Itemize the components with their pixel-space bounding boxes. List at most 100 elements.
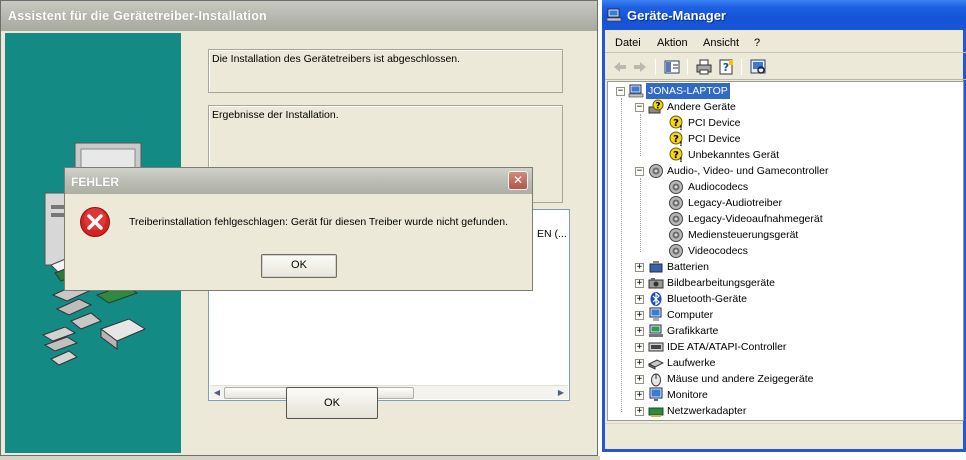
svg-text:?: ?: [673, 118, 679, 129]
device-manager-titlebar[interactable]: Geräte-Manager: [602, 0, 966, 30]
device-tree[interactable]: − JONAS-LAPTOP − ? Andere Geräte ? ! PCI…: [607, 81, 964, 421]
toolbar-separator: [741, 59, 742, 75]
tree-group-label: Batterien: [667, 261, 710, 273]
speaker-icon: [669, 180, 683, 194]
expand-toggle-icon[interactable]: +: [635, 295, 644, 304]
speaker-icon: [669, 196, 683, 210]
wizard-ok-button[interactable]: OK: [286, 387, 378, 419]
mouse-icon: [651, 373, 661, 387]
collapse-toggle-icon[interactable]: −: [635, 167, 644, 176]
tree-connector: [621, 98, 622, 412]
tree-root-label: JONAS-LAPTOP: [646, 83, 730, 99]
menu-ansicht[interactable]: Ansicht: [703, 37, 739, 49]
tree-group-label: Monitore: [667, 389, 708, 401]
svg-text:!: !: [679, 124, 682, 131]
expand-toggle-icon[interactable]: +: [635, 359, 644, 368]
disk-drive-icon: [648, 359, 664, 370]
scroll-right-arrow-icon[interactable]: ▶: [555, 387, 567, 399]
bluetooth-icon: [650, 292, 662, 306]
expand-toggle-icon[interactable]: +: [635, 263, 644, 272]
speaker-icon: [669, 228, 683, 242]
results-list-cut-text: EN (...: [537, 228, 567, 240]
error-dialog: FEHLER ✕ Treiberinstallation fehlgeschla…: [64, 167, 533, 291]
camera-icon: [648, 278, 664, 289]
network-adapter-icon: [648, 407, 664, 417]
menu-help[interactable]: ?: [754, 37, 760, 49]
help-icon[interactable]: ?: [717, 58, 735, 76]
unknown-device-icon: ?: [648, 99, 664, 114]
tree-group-label: Netzwerkadapter: [667, 405, 747, 417]
status-bar: [605, 423, 963, 447]
results-horizontal-scrollbar[interactable]: ◀ ||| ▶: [210, 385, 568, 399]
ide-controller-icon: [648, 342, 664, 352]
unknown-device-icon: ? !: [669, 131, 683, 147]
close-button[interactable]: ✕: [508, 171, 528, 190]
device-manager-window: Geräte-Manager Datei Aktion Ansicht ? ?: [602, 0, 966, 452]
wizard-title: Assistent für die Gerätetreiber-Installa…: [8, 9, 267, 23]
svg-text:?: ?: [655, 102, 660, 112]
monitor-icon: [649, 387, 663, 401]
computer-icon: [649, 307, 662, 321]
back-icon[interactable]: [611, 58, 629, 76]
tree-device-label: Legacy-Videoaufnahmegerät: [688, 213, 823, 225]
svg-text:?: ?: [723, 61, 729, 74]
tree-device-label: Legacy-Audiotreiber: [688, 197, 782, 209]
desktop-strip: [0, 456, 600, 460]
collapse-toggle-icon[interactable]: −: [616, 87, 625, 96]
svg-text:!: !: [679, 140, 682, 147]
menu-aktion[interactable]: Aktion: [657, 37, 688, 49]
scan-hardware-icon[interactable]: [749, 58, 767, 76]
menu-bar: Datei Aktion Ansicht ?: [605, 33, 966, 53]
svg-text:?: ?: [673, 134, 679, 145]
tree-device-label: Audiocodecs: [688, 181, 749, 193]
expand-toggle-icon[interactable]: +: [635, 407, 644, 416]
tree-group-label: Mäuse und andere Zeigegeräte: [667, 373, 814, 385]
computer-icon: [628, 84, 644, 98]
error-ok-button[interactable]: OK: [261, 254, 337, 278]
tree-group-label: Computer: [667, 309, 714, 321]
error-dialog-titlebar[interactable]: FEHLER ✕: [65, 168, 532, 194]
error-message: Treiberinstallation fehlgeschlagen: Gerä…: [129, 216, 508, 228]
tree-device-label: PCI Device: [688, 117, 741, 129]
device-manager-title: Geräte-Manager: [627, 8, 726, 23]
tree-group-label: Andere Geräte: [667, 101, 736, 113]
expand-toggle-icon[interactable]: +: [635, 391, 644, 400]
computer-icon: [607, 8, 622, 22]
scroll-left-arrow-icon[interactable]: ◀: [211, 387, 223, 399]
menu-datei[interactable]: Datei: [615, 37, 641, 49]
properties-view-icon[interactable]: [663, 58, 681, 76]
tree-group-label: Laufwerke: [667, 357, 716, 369]
forward-icon[interactable]: [631, 58, 649, 76]
tree-group-label: IDE ATA/ATAPI-Controller: [667, 341, 787, 353]
tree-connector: [640, 178, 641, 252]
display-adapter-icon: [649, 324, 663, 337]
toolbar-separator: [655, 59, 656, 75]
expand-toggle-icon[interactable]: +: [635, 343, 644, 352]
tree-device-label: Videocodecs: [688, 245, 748, 257]
tree-group-label: Audio-, Video- und Gamecontroller: [667, 165, 829, 177]
expand-toggle-icon[interactable]: +: [635, 279, 644, 288]
speaker-icon: [669, 212, 683, 226]
tree-group-label: Grafikkarte: [667, 325, 719, 337]
unknown-device-icon: ? !: [669, 115, 683, 131]
svg-text:?: ?: [673, 150, 679, 161]
toolbar: ?: [605, 54, 966, 80]
unknown-device-icon: ? !: [669, 147, 683, 163]
speaker-icon: [669, 244, 683, 258]
expand-toggle-icon[interactable]: +: [635, 375, 644, 384]
svg-text:!: !: [679, 156, 682, 163]
speaker-icon: [649, 164, 663, 178]
collapse-toggle-icon[interactable]: −: [635, 103, 644, 112]
tree-device-label: Unbekanntes Gerät: [688, 149, 780, 161]
tree-device-label: Mediensteuerungsgerät: [688, 229, 799, 241]
print-icon[interactable]: [695, 58, 713, 76]
error-icon: [80, 207, 110, 237]
install-status-field: Die Installation des Gerätetreibers ist …: [208, 49, 563, 93]
battery-icon: [649, 261, 663, 273]
wizard-titlebar[interactable]: Assistent für die Gerätetreiber-Installa…: [1, 1, 597, 31]
error-dialog-title: FEHLER: [71, 175, 119, 189]
expand-toggle-icon[interactable]: +: [635, 327, 644, 336]
tree-device-label: PCI Device: [688, 133, 741, 145]
tree-connector: [640, 114, 641, 156]
expand-toggle-icon[interactable]: +: [635, 311, 644, 320]
